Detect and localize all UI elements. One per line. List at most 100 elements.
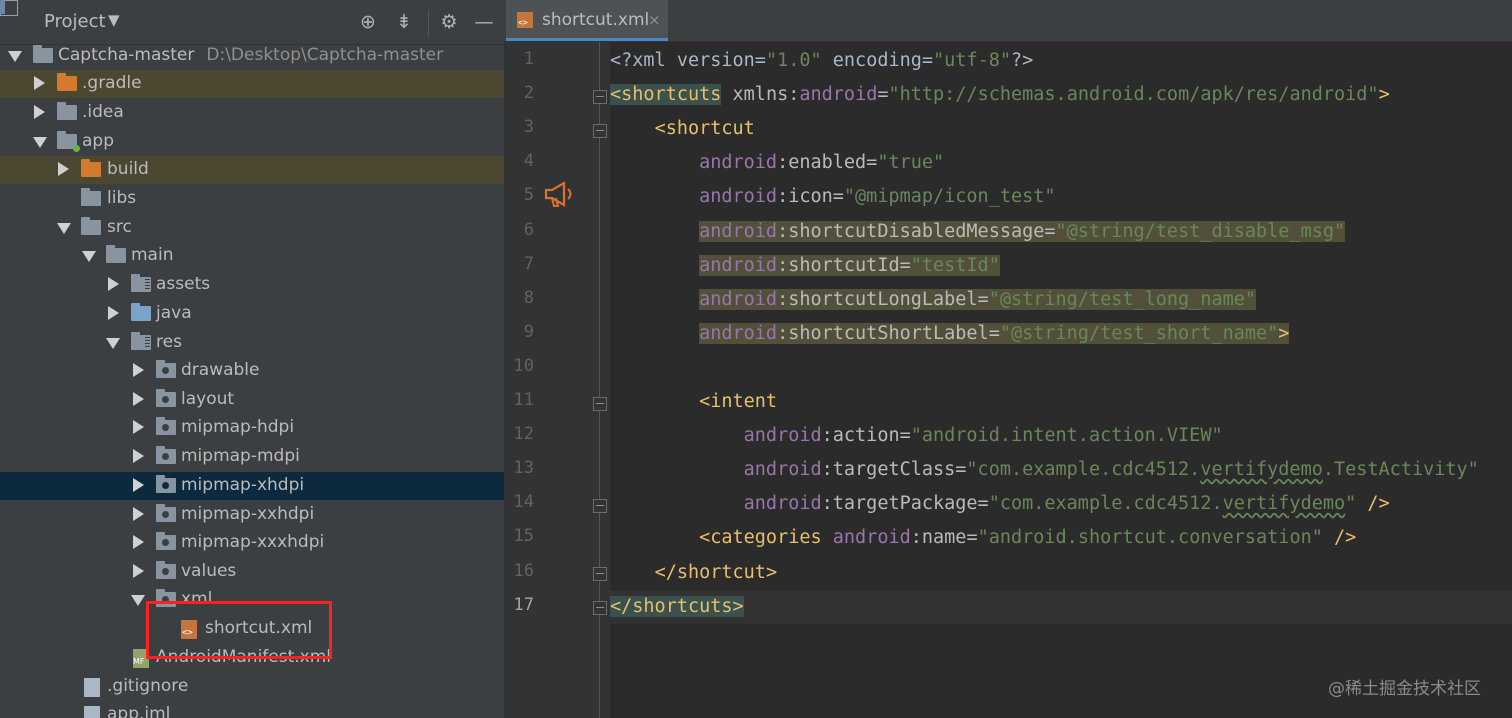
target-icon[interactable]: ⊕ <box>358 12 378 32</box>
code-token: <categories <box>699 527 822 549</box>
tree-item-drawable[interactable]: drawable <box>0 357 504 385</box>
tree-item-mipmap-hdpi[interactable]: mipmap-hdpi <box>0 414 504 442</box>
tree-item-assets[interactable]: assets <box>0 271 504 299</box>
tree-item-label: shortcut.xml <box>205 618 313 638</box>
tree-item-values[interactable]: values <box>0 558 504 586</box>
expand-arrow-icon[interactable] <box>58 162 69 176</box>
expand-arrow-icon[interactable] <box>34 76 45 90</box>
collapse-all-icon[interactable]: ⇟ <box>394 12 414 32</box>
manifest-file-icon <box>133 649 149 668</box>
folder-icon <box>156 360 176 378</box>
tree-item-libs[interactable]: libs <box>0 185 504 213</box>
tree-item-res[interactable]: res <box>0 329 504 357</box>
expand-arrow-icon[interactable] <box>133 535 144 549</box>
fold-guide-line <box>599 42 600 718</box>
fold-marker-icon[interactable] <box>593 90 607 104</box>
tree-item-gradle[interactable]: .gradle <box>0 70 504 98</box>
code-token: android <box>743 493 822 515</box>
tree-item-layout[interactable]: layout <box>0 386 504 414</box>
tree-item-build[interactable]: build <box>0 156 504 184</box>
tree-item-label: values <box>181 561 237 581</box>
fold-marker-icon[interactable] <box>593 601 607 615</box>
fold-marker-icon[interactable] <box>593 397 607 411</box>
code-token: android <box>743 459 822 481</box>
xml-file-icon: <> <box>517 12 533 28</box>
fold-marker-icon[interactable] <box>593 499 607 513</box>
tree-item-android-manifest[interactable]: AndroidManifest.xml <box>0 644 504 672</box>
megaphone-icon[interactable] <box>542 180 578 208</box>
expand-arrow-icon[interactable] <box>133 363 144 377</box>
expand-arrow-icon[interactable] <box>131 595 145 606</box>
chevron-down-icon[interactable]: ▼ <box>108 11 120 29</box>
gear-icon[interactable]: ⚙ <box>439 12 459 32</box>
resource-folder-icon <box>131 332 151 350</box>
tab-shortcut-xml[interactable]: <> shortcut.xml × <box>506 0 668 41</box>
source-folder-icon <box>131 303 151 321</box>
expand-arrow-icon[interactable] <box>133 507 144 521</box>
expand-arrow-icon[interactable] <box>133 564 144 578</box>
code-token: "1.0" <box>765 50 822 71</box>
code-token: encoding= <box>821 50 934 71</box>
code-token: :shortcutLongLabel= <box>777 288 989 310</box>
code-token: android <box>699 152 778 174</box>
expand-arrow-icon[interactable] <box>133 420 144 434</box>
fold-marker-icon[interactable] <box>593 124 607 138</box>
expand-arrow-icon[interactable] <box>82 251 96 262</box>
folder-icon <box>57 73 77 91</box>
tree-item-main[interactable]: main <box>0 242 504 270</box>
expand-arrow-icon[interactable] <box>34 105 45 119</box>
code-token: "@mipmap/icon_test" <box>843 186 1056 208</box>
tree-item-mipmap-xhdpi[interactable]: mipmap-xhdpi <box>0 472 504 500</box>
line-number: 10 <box>513 355 534 376</box>
fold-marker-icon[interactable] <box>593 567 607 581</box>
tree-item-java[interactable]: java <box>0 300 504 328</box>
tree-item-xml[interactable]: xml <box>0 586 504 614</box>
code-line: <shortcut <box>610 112 755 146</box>
project-panel-title[interactable]: Project <box>44 11 106 32</box>
expand-arrow-icon[interactable] <box>57 223 71 234</box>
expand-arrow-icon[interactable] <box>8 51 22 62</box>
code-token: android <box>699 220 778 242</box>
editor-area: <> shortcut.xml × 1 2 3 4 5 6 7 8 9 10 11 12 13 14 15 1… <box>504 0 1512 718</box>
expand-arrow-icon[interactable] <box>133 449 144 463</box>
code-token: :icon= <box>777 186 844 208</box>
code-token: "testId" <box>910 254 1000 276</box>
module-file-icon <box>84 706 100 718</box>
tree-item-app-iml[interactable]: app.iml <box>0 701 504 718</box>
expand-arrow-icon[interactable] <box>33 137 47 148</box>
code-editor[interactable]: <?xml version="1.0" encoding="utf-8"?> <s… <box>610 42 1512 718</box>
code-line: <?xml version="1.0" encoding="utf-8"?> <box>610 44 1033 78</box>
folder-icon <box>106 245 126 263</box>
expand-arrow-icon[interactable] <box>133 478 144 492</box>
tree-item-shortcut-xml[interactable]: shortcut.xml <box>0 615 504 643</box>
tree-item-gitignore[interactable]: .gitignore <box>0 673 504 701</box>
tree-item-app[interactable]: app <box>0 128 504 156</box>
tree-item-mipmap-xxhdpi[interactable]: mipmap-xxhdpi <box>0 501 504 529</box>
tree-item-src[interactable]: src <box>0 214 504 242</box>
expand-arrow-icon[interactable] <box>133 392 144 406</box>
code-line: android:shortcutLongLabel="@string/test_… <box>610 283 1257 317</box>
close-icon[interactable]: × <box>648 11 661 29</box>
tree-item-captcha-master[interactable]: Captcha-master D:\Desktop\Captcha-master <box>0 42 504 70</box>
tree-item-mipmap-xxxhdpi[interactable]: mipmap-xxxhdpi <box>0 529 504 557</box>
expand-arrow-icon[interactable] <box>108 277 119 291</box>
expand-arrow-icon[interactable] <box>106 338 120 349</box>
expand-arrow-icon[interactable] <box>108 306 119 320</box>
line-number: 16 <box>513 560 534 581</box>
minimize-icon[interactable]: — <box>474 12 494 32</box>
tree-item-idea[interactable]: .idea <box>0 99 504 127</box>
code-line: android:action="android.intent.action.VI… <box>610 419 1223 453</box>
line-number: 9 <box>523 321 534 342</box>
code-token: :targetPackage= <box>821 493 989 515</box>
resource-folder-icon <box>131 274 151 292</box>
project-view-icon[interactable] <box>0 0 18 16</box>
tree-item-mipmap-mdpi[interactable]: mipmap-mdpi <box>0 443 504 471</box>
line-number: 6 <box>523 219 534 240</box>
tree-item-label: drawable <box>181 360 260 380</box>
